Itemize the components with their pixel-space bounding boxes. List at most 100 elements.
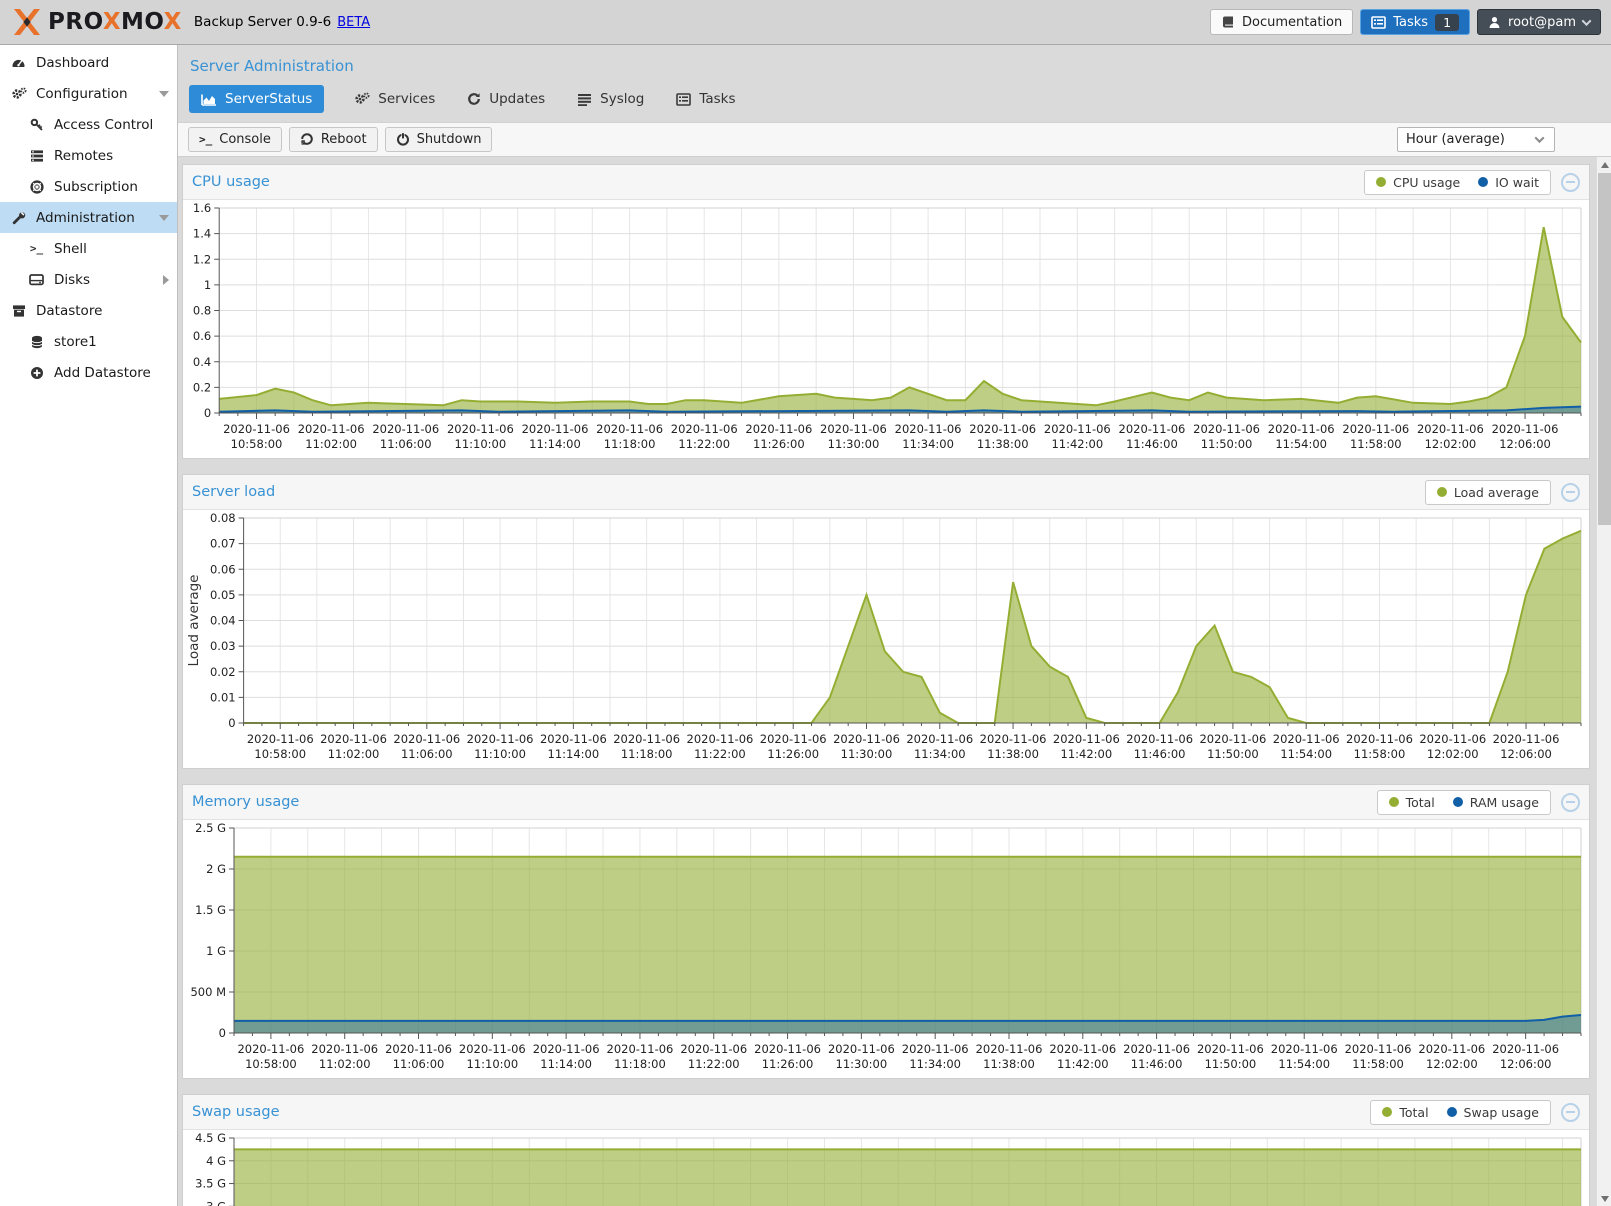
svg-text:2020-11-0611:42:00: 2020-11-0611:42:00 — [1049, 1042, 1116, 1071]
tab-syslog[interactable]: Syslog — [575, 86, 646, 112]
sidebar-item-shell[interactable]: >_ Shell — [0, 233, 177, 264]
collapse-minus-icon[interactable] — [1561, 173, 1580, 192]
terminal-icon: >_ — [199, 133, 212, 146]
svg-text:2020-11-0610:58:00: 2020-11-0610:58:00 — [247, 732, 314, 761]
svg-text:2020-11-0611:22:00: 2020-11-0611:22:00 — [671, 422, 738, 451]
legend-item[interactable]: IO wait — [1478, 175, 1539, 190]
legend-item[interactable]: RAM usage — [1453, 795, 1539, 810]
svg-text:3.5 G: 3.5 G — [195, 1177, 226, 1191]
sidebar-item-datastore[interactable]: Datastore — [0, 295, 177, 326]
collapse-minus-icon[interactable] — [1561, 483, 1580, 502]
svg-text:0.05: 0.05 — [210, 588, 236, 602]
gears-icon — [354, 92, 370, 106]
svg-text:0.6: 0.6 — [193, 329, 211, 343]
beta-link[interactable]: BETA — [337, 15, 370, 30]
life-ring-icon — [28, 180, 45, 194]
chart-legend: Load average — [1425, 480, 1551, 505]
documentation-button[interactable]: Documentation — [1210, 9, 1353, 35]
legend-item[interactable]: CPU usage — [1376, 175, 1460, 190]
chevron-down-icon — [1582, 16, 1592, 26]
legend-item[interactable]: Load average — [1437, 485, 1539, 500]
sidebar-item-subscription[interactable]: Subscription — [0, 171, 177, 202]
svg-text:2020-11-0611:06:00: 2020-11-0611:06:00 — [385, 1042, 452, 1071]
sidebar-item-remotes[interactable]: Remotes — [0, 140, 177, 171]
terminal-icon: >_ — [28, 242, 45, 255]
tab-serverstatus[interactable]: ServerStatus — [189, 85, 324, 113]
dashboard-gauge-icon — [10, 56, 27, 70]
reboot-button[interactable]: Reboot — [289, 127, 378, 152]
svg-text:2020-11-0611:22:00: 2020-11-0611:22:00 — [687, 732, 754, 761]
top-header-bar: PROXMOX Backup Server 0.9-6 BETA Documen… — [0, 0, 1611, 45]
svg-text:2020-11-0611:30:00: 2020-11-0611:30:00 — [828, 1042, 895, 1071]
svg-text:2020-11-0611:38:00: 2020-11-0611:38:00 — [969, 422, 1036, 451]
svg-text:2020-11-0612:02:00: 2020-11-0612:02:00 — [1418, 1042, 1485, 1071]
sidebar-item-add-datastore[interactable]: Add Datastore — [0, 357, 177, 388]
server-load-chart[interactable]: 00.010.020.030.040.050.060.070.082020-11… — [183, 510, 1589, 768]
svg-text:2020-11-0611:02:00: 2020-11-0611:02:00 — [298, 422, 365, 451]
svg-text:2020-11-0611:34:00: 2020-11-0611:34:00 — [906, 732, 973, 761]
task-list-icon — [1371, 16, 1386, 29]
book-icon — [1221, 15, 1235, 29]
svg-text:500 M: 500 M — [190, 985, 226, 999]
svg-text:2020-11-0611:30:00: 2020-11-0611:30:00 — [833, 732, 900, 761]
legend-dot — [1437, 487, 1447, 497]
svg-text:0.2: 0.2 — [193, 380, 211, 394]
sidebar-item-configuration[interactable]: Configuration — [0, 78, 177, 109]
task-list-icon — [676, 93, 691, 106]
scroll-up-arrow-icon[interactable] — [1597, 157, 1611, 172]
gears-icon — [10, 87, 27, 101]
user-menu-button[interactable]: root@pam — [1477, 9, 1601, 35]
scroll-down-arrow-icon[interactable] — [1597, 1191, 1611, 1206]
sidebar-item-store1[interactable]: store1 — [0, 326, 177, 357]
memory-usage-chart[interactable]: 0500 M1 G1.5 G2 G2.5 G2020-11-0610:58:00… — [183, 820, 1589, 1078]
tab-tasks[interactable]: Tasks — [674, 86, 737, 112]
sidebar-nav: Dashboard Configuration Access Control — [0, 45, 178, 1206]
svg-text:2020-11-0611:38:00: 2020-11-0611:38:00 — [980, 732, 1047, 761]
console-button[interactable]: >_ Console — [188, 127, 282, 152]
cpu-usage-chart[interactable]: 00.20.40.60.811.21.41.62020-11-0610:58:0… — [183, 200, 1589, 458]
svg-text:2020-11-0611:54:00: 2020-11-0611:54:00 — [1268, 422, 1335, 451]
svg-text:2020-11-0611:30:00: 2020-11-0611:30:00 — [820, 422, 887, 451]
legend-item[interactable]: Total — [1382, 1105, 1428, 1120]
svg-text:2020-11-0611:46:00: 2020-11-0611:46:00 — [1119, 422, 1186, 451]
svg-text:0.07: 0.07 — [210, 537, 236, 551]
svg-text:2020-11-0611:58:00: 2020-11-0611:58:00 — [1346, 732, 1413, 761]
chart-title: Memory usage — [192, 794, 299, 810]
svg-text:2020-11-0611:14:00: 2020-11-0611:14:00 — [540, 732, 607, 761]
svg-text:2020-11-0611:38:00: 2020-11-0611:38:00 — [976, 1042, 1043, 1071]
status-toolbar: >_ Console Reboot — [178, 122, 1611, 157]
legend-item[interactable]: Swap usage — [1447, 1105, 1539, 1120]
hdd-icon — [28, 273, 45, 286]
tasks-button[interactable]: Tasks 1 — [1360, 9, 1470, 35]
panel-memory-usage: Memory usage Total RAM usage 0500 M1 G1.… — [182, 784, 1590, 1079]
proxmox-x-icon — [10, 7, 42, 37]
svg-text:1.2: 1.2 — [193, 252, 211, 266]
collapse-minus-icon[interactable] — [1561, 793, 1580, 812]
vertical-scrollbar[interactable] — [1596, 157, 1611, 1206]
svg-text:1.5 G: 1.5 G — [195, 903, 226, 917]
sidebar-item-administration[interactable]: Administration — [0, 202, 177, 233]
charts-scroll-area: CPU usage CPU usage IO wait 00.20.40.60.… — [178, 157, 1611, 1206]
svg-text:0: 0 — [204, 406, 211, 420]
svg-text:2020-11-0611:02:00: 2020-11-0611:02:00 — [320, 732, 387, 761]
collapse-minus-icon[interactable] — [1561, 1103, 1580, 1122]
sidebar-item-disks[interactable]: Disks — [0, 264, 177, 295]
tab-updates[interactable]: Updates — [465, 86, 547, 112]
svg-text:2020-11-0611:50:00: 2020-11-0611:50:00 — [1199, 732, 1266, 761]
svg-text:1.6: 1.6 — [193, 201, 211, 215]
scrollbar-thumb[interactable] — [1598, 173, 1611, 525]
time-range-select[interactable]: Hour (average) — [1397, 127, 1555, 152]
svg-text:2020-11-0611:34:00: 2020-11-0611:34:00 — [902, 1042, 969, 1071]
swap-usage-chart[interactable]: 0500 M1 G1.5 G2 G2.5 G3 G3.5 G4 G4.5 G20… — [183, 1130, 1589, 1206]
svg-text:2020-11-0611:34:00: 2020-11-0611:34:00 — [895, 422, 962, 451]
tab-services[interactable]: Services — [352, 86, 437, 112]
legend-item[interactable]: Total — [1389, 795, 1435, 810]
sidebar-item-dashboard[interactable]: Dashboard — [0, 47, 177, 78]
server-list-icon — [28, 149, 45, 163]
svg-text:2020-11-0611:14:00: 2020-11-0611:14:00 — [522, 422, 589, 451]
collapse-chevron-icon — [159, 215, 169, 221]
chart-title: Server load — [192, 484, 275, 500]
sidebar-item-access-control[interactable]: Access Control — [0, 109, 177, 140]
shutdown-button[interactable]: Shutdown — [385, 127, 493, 152]
svg-text:2020-11-0611:10:00: 2020-11-0611:10:00 — [459, 1042, 526, 1071]
